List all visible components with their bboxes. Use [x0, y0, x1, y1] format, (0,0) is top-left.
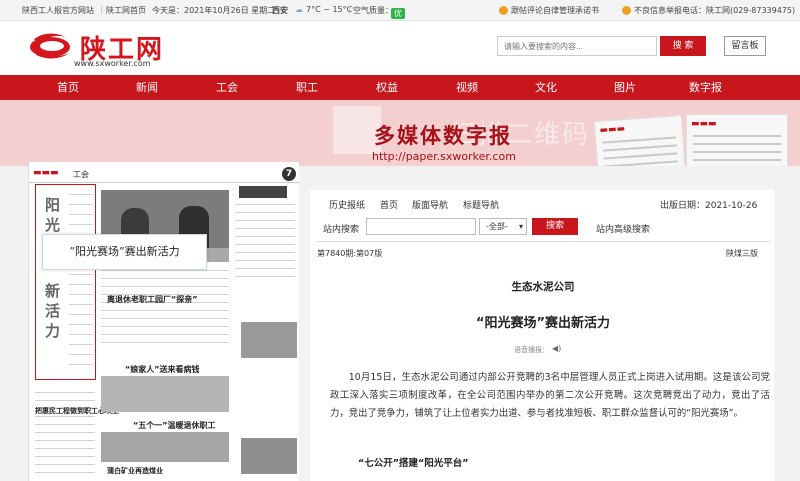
- issue-number: 第7840期:第07版: [317, 249, 383, 258]
- logo-swirl-icon: [30, 33, 70, 59]
- separator: |: [348, 5, 351, 14]
- page-header: ▬▬▬ 工会 7: [29, 162, 299, 183]
- pledge-icon: [499, 6, 508, 15]
- home-page-link[interactable]: 首页: [380, 198, 398, 211]
- nav-item-news[interactable]: 新闻: [136, 75, 158, 100]
- text-column: [35, 386, 95, 481]
- voice-broadcast-label: 语音播报：: [514, 346, 549, 354]
- city-text: 西安: [272, 6, 288, 15]
- air-quality-label: 空气质量：: [353, 6, 393, 15]
- nav-item-digital-paper[interactable]: 数字报: [689, 75, 722, 100]
- article-paragraph: 10月15日，生态水泥公司通过内部公开竞聘的3名中层管理人员正式上岗进入试用期。…: [330, 372, 770, 419]
- page-nav-link[interactable]: 版面导航: [412, 198, 448, 211]
- weather-text: 7°C ~ 15°C: [306, 5, 353, 14]
- nav-item-video[interactable]: 视频: [456, 75, 478, 100]
- publish-date: 出版日期：2021-10-26: [660, 201, 758, 211]
- column-headline-char: 阳: [45, 196, 61, 214]
- speaker-icon[interactable]: ◀): [552, 344, 561, 353]
- column-headline-char: 力: [45, 322, 61, 340]
- page-headline[interactable]: 离退休老职工园厂“探亲”: [107, 294, 198, 305]
- digital-paper-banner: 扫描二维码 看报更方便 多媒体数字报 http://paper.sxworker…: [0, 100, 800, 166]
- site-header: 陕工网 www.sxworker.com 搜 索 留言板: [0, 21, 800, 75]
- edition-name: 陕煤三版: [726, 249, 758, 258]
- article-photo: [241, 438, 297, 474]
- nav-item-pictures[interactable]: 图片: [614, 75, 636, 100]
- warning-icon: [622, 6, 631, 15]
- article-kicker: 生态水泥公司: [511, 281, 575, 293]
- text-column: [101, 266, 229, 366]
- nav-item-culture[interactable]: 文化: [535, 75, 557, 100]
- search-input[interactable]: [497, 36, 657, 56]
- article-photo: [101, 432, 229, 462]
- separator: |: [100, 5, 103, 14]
- banner-url: http://paper.sxworker.com: [372, 150, 516, 163]
- search-scope-select[interactable]: -全部-: [479, 218, 527, 235]
- newspaper-thumbnail: ▬▬▬: [686, 114, 788, 166]
- date-text: 今天是：2021年10月26日 星期二: [152, 6, 276, 15]
- newspaper-masthead: ▬▬▬: [599, 124, 626, 136]
- title-nav-link[interactable]: 标题导航: [463, 198, 499, 211]
- site-search-input[interactable]: [366, 218, 476, 235]
- banner-title: 多媒体数字报: [374, 123, 512, 148]
- top-info-bar: 陕西工人报官方网站 | 陕工网首页 今天是：2021年10月26日 星期二 西安…: [0, 0, 800, 21]
- nav-item-workers[interactable]: 职工: [296, 75, 318, 100]
- main-nav: 首页 新闻 工会 职工 权益 视频 文化 图片 数字报: [0, 75, 800, 100]
- newspaper-masthead: ▬▬▬: [691, 119, 717, 129]
- newspaper-thumbnail: ▬▬▬: [593, 115, 687, 166]
- page-headline[interactable]: 蒲白矿业再造煤业: [107, 466, 163, 476]
- site-name-link[interactable]: 陕西工人报官方网站: [22, 5, 94, 16]
- site-search-button[interactable]: 搜索: [532, 218, 578, 235]
- article-photo: [241, 322, 297, 358]
- search-button[interactable]: 搜 索: [660, 36, 706, 56]
- newspaper-page-view[interactable]: ▬▬▬ 工会 7 阳 光 新 活 力 把惠民工程做到职工心坎上 离退休老职工园厂…: [28, 162, 299, 481]
- pledge-link[interactable]: 跟帖评论自律管理承诺书: [499, 5, 599, 16]
- home-link[interactable]: 陕工网首页: [106, 5, 146, 16]
- nav-item-home[interactable]: 首页: [57, 75, 79, 100]
- page-headline[interactable]: “五个一”温暖退休职工: [133, 420, 216, 431]
- divider: [316, 241, 770, 242]
- nav-item-union[interactable]: 工会: [216, 75, 238, 100]
- article-photo: [101, 376, 229, 412]
- article-title-tooltip: “阳光赛场”赛出新活力: [42, 234, 207, 270]
- column-headline-char: 活: [45, 302, 61, 320]
- advanced-search-link[interactable]: 站内高级搜索: [596, 222, 650, 235]
- site-search-label: 站内搜索: [323, 225, 360, 235]
- page-headline[interactable]: “娘家人”送来看病钱: [125, 364, 200, 375]
- page-section: 工会: [73, 170, 89, 179]
- weather-icon: ☁: [295, 5, 303, 14]
- page-masthead: ▬▬▬: [33, 168, 59, 178]
- guestbook-button[interactable]: 留言板: [724, 36, 766, 56]
- report-phone: 不良信息举报电话：陕工网(029-87339475): [622, 5, 795, 16]
- article-title: “阳光赛场”赛出新活力: [475, 316, 611, 331]
- site-logo[interactable]: 陕工网 www.sxworker.com: [28, 27, 168, 71]
- column-headline-char: 新: [45, 282, 61, 300]
- logo-url: www.sxworker.com: [74, 59, 151, 68]
- nav-item-rights[interactable]: 权益: [376, 75, 398, 100]
- column-headline-char: 光: [45, 216, 61, 234]
- article-subheading: “七公开”搭建“阳光平台”: [358, 458, 469, 469]
- page-number: 7: [282, 167, 296, 181]
- history-papers-link[interactable]: 历史报纸: [329, 198, 365, 211]
